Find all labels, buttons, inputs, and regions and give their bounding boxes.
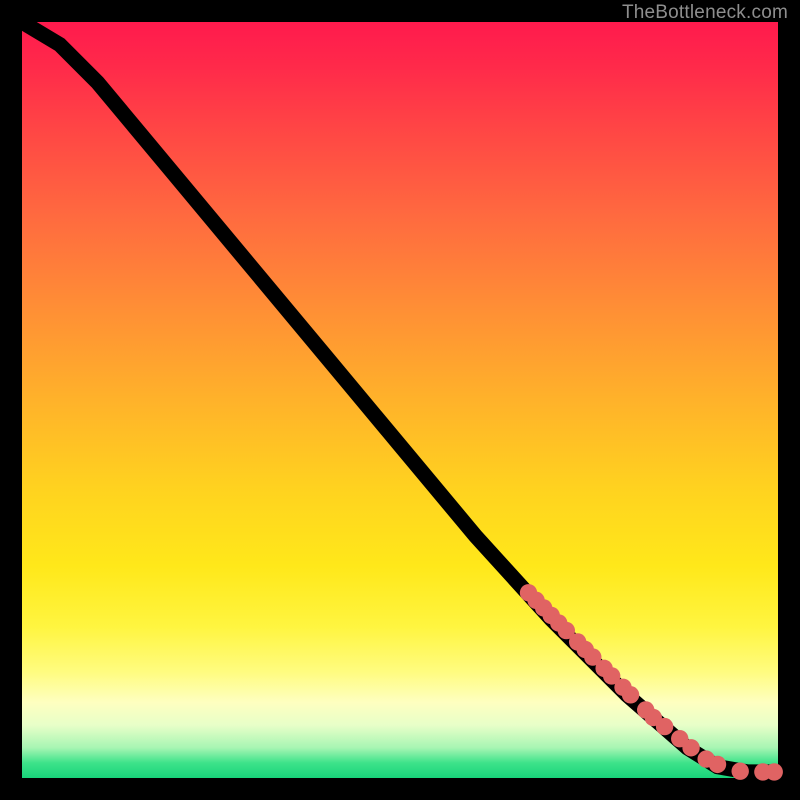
plot-area (22, 22, 778, 778)
data-point (732, 763, 749, 780)
curve-line (22, 22, 778, 772)
data-point (709, 756, 726, 773)
attribution-label: TheBottleneck.com (622, 2, 788, 24)
data-point (682, 739, 699, 756)
points-group (520, 584, 783, 781)
data-point (766, 763, 783, 780)
chart-stage: TheBottleneck.com (0, 0, 800, 800)
data-point (622, 686, 639, 703)
chart-svg (22, 22, 778, 778)
data-point (656, 718, 673, 735)
